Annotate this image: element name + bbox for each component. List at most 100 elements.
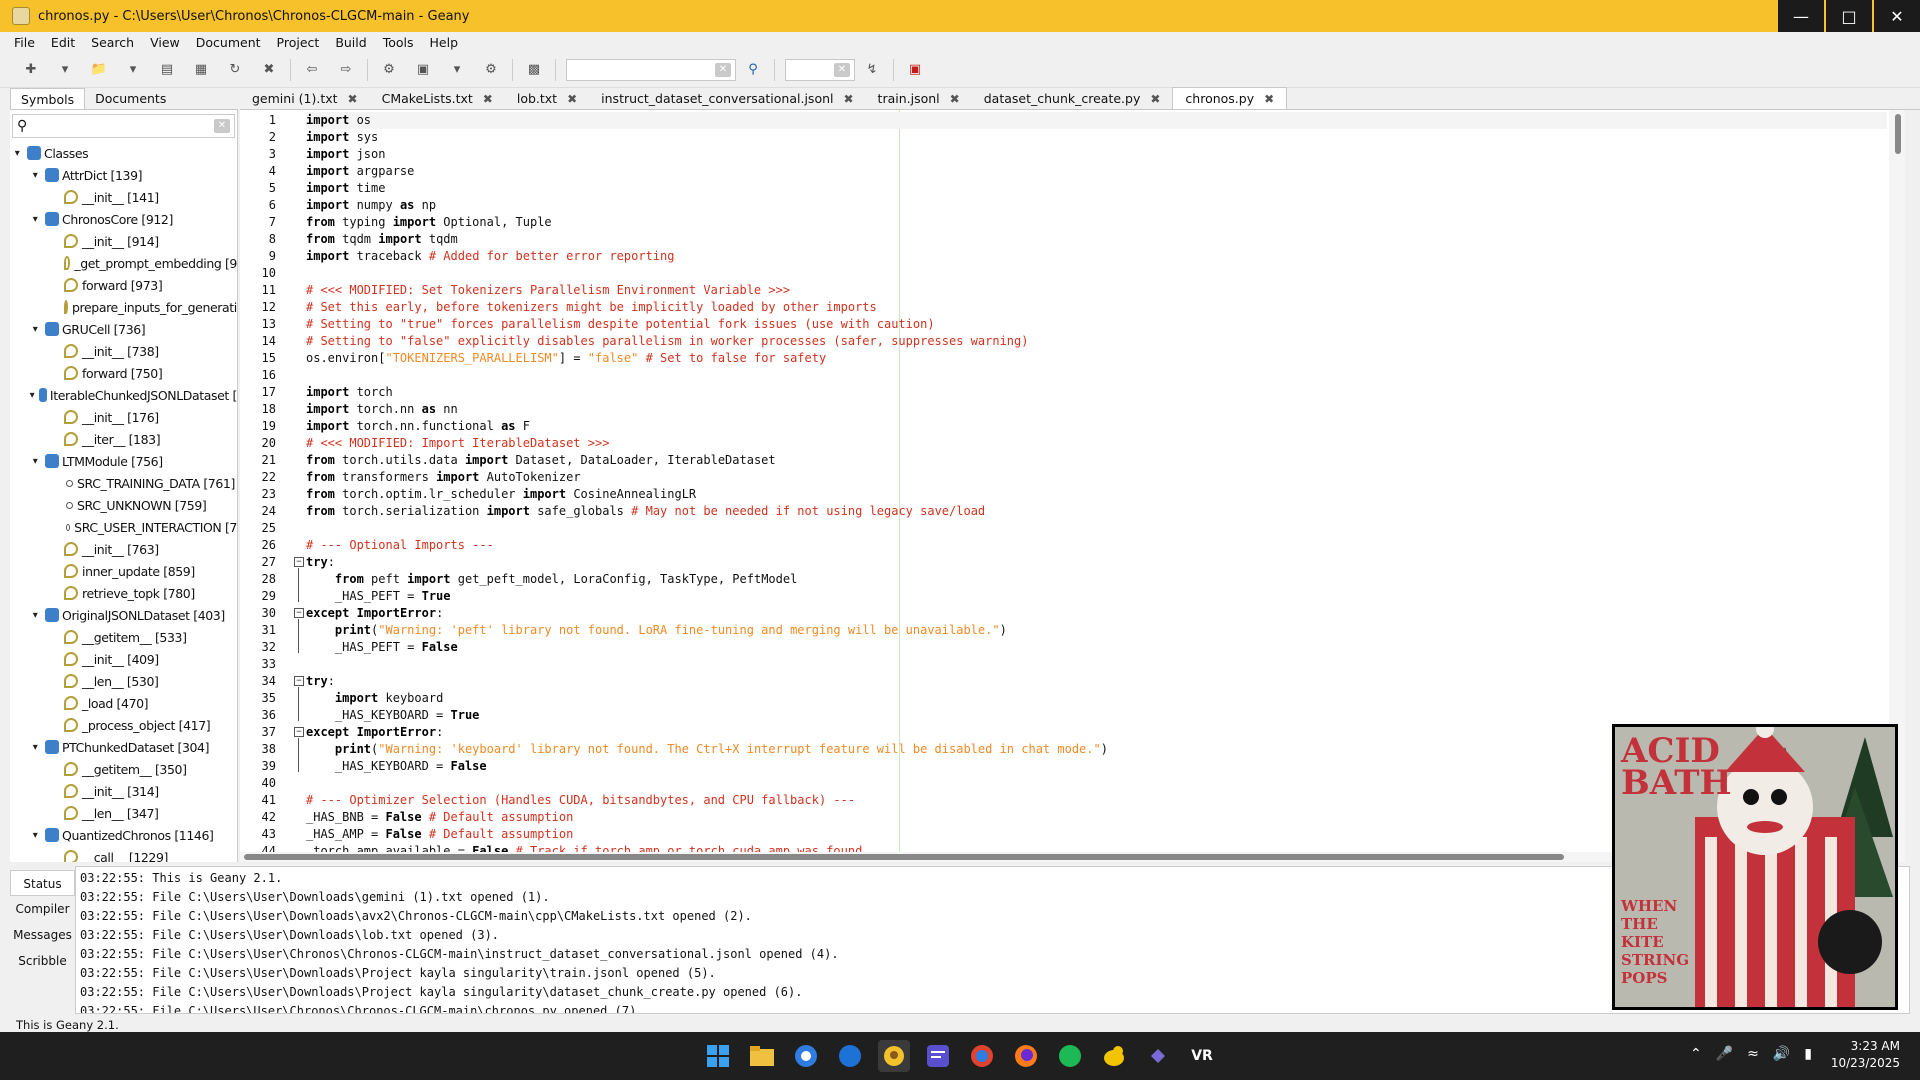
chevron-down-icon[interactable]: ▾: [28, 170, 42, 181]
tab-symbols[interactable]: Symbols: [10, 88, 86, 109]
close-tab-icon[interactable]: ✖: [1264, 92, 1274, 106]
code-line[interactable]: # <<< MODIFIED: Set Tokenizers Paralleli…: [306, 282, 790, 299]
code-line[interactable]: import torch.nn.functional as F: [306, 418, 530, 435]
document-tab[interactable]: chronos.py ✖: [1172, 87, 1288, 109]
symbol-class[interactable]: ▾ GRUCell [736]: [10, 318, 237, 340]
symbol-function[interactable]: __init__ [176]: [10, 406, 237, 428]
microphone-icon[interactable]: 🎤: [1716, 1046, 1733, 1062]
symbol-function[interactable]: __init__ [738]: [10, 340, 237, 362]
reload-icon[interactable]: ↻: [224, 59, 246, 81]
chevron-down-icon[interactable]: ▾: [28, 214, 42, 225]
close-tab-icon[interactable]: ✖: [567, 92, 577, 106]
symbol-function[interactable]: forward [973]: [10, 274, 237, 296]
compile-icon[interactable]: ⚙: [378, 59, 400, 81]
close-tab-icon[interactable]: ✖: [843, 92, 853, 106]
chevron-down-icon[interactable]: ▾: [28, 830, 42, 841]
symbol-class[interactable]: ▾ IterableChunkedJSONLDataset [: [10, 384, 237, 406]
symbol-variable[interactable]: SRC_TRAINING_DATA [761]: [10, 472, 237, 494]
close-file-icon[interactable]: ✖: [258, 59, 280, 81]
code-line[interactable]: _HAS_PEFT = True: [306, 588, 451, 605]
chevron-down-icon[interactable]: ▾: [28, 324, 42, 335]
document-tab[interactable]: train.jsonl ✖: [866, 88, 972, 109]
document-tab[interactable]: instruct_dataset_conversational.jsonl ✖: [589, 88, 865, 109]
chevron-down-icon[interactable]: ▾: [28, 390, 36, 401]
symbol-class[interactable]: ▾ QuantizedChronos [1146]: [10, 824, 237, 846]
symbol-function[interactable]: __len__ [530]: [10, 670, 237, 692]
minimize-button[interactable]: —: [1778, 0, 1824, 32]
search-input[interactable]: ✕: [566, 58, 736, 81]
menu-file[interactable]: File: [6, 35, 43, 50]
code-line[interactable]: # <<< MODIFIED: Import IterableDataset >…: [306, 435, 609, 452]
symbol-function[interactable]: prepare_inputs_for_generatio: [10, 296, 237, 318]
symbol-function[interactable]: __getitem__ [350]: [10, 758, 237, 780]
menu-document[interactable]: Document: [188, 35, 269, 50]
fold-toggle-icon[interactable]: −: [294, 608, 304, 618]
file-explorer-icon[interactable]: [746, 1040, 778, 1072]
code-line[interactable]: from torch.serialization import safe_glo…: [306, 503, 985, 520]
symbol-search-input[interactable]: ⚲ ✕: [12, 114, 235, 138]
chevron-down-icon[interactable]: ▾: [54, 59, 76, 81]
goto-line-icon[interactable]: ↯: [861, 59, 883, 81]
fold-toggle-icon[interactable]: −: [294, 727, 304, 737]
symbol-function[interactable]: __init__ [914]: [10, 230, 237, 252]
code-line[interactable]: import torch.nn as nn: [306, 401, 458, 418]
chevron-down-icon[interactable]: ▾: [28, 742, 42, 753]
goto-line-input[interactable]: ✕: [785, 58, 855, 81]
menu-help[interactable]: Help: [422, 35, 467, 50]
chevron-down-icon[interactable]: ▾: [446, 59, 468, 81]
volume-icon[interactable]: 🔊: [1773, 1046, 1790, 1062]
symbol-function[interactable]: __init__ [409]: [10, 648, 237, 670]
maximize-button[interactable]: □: [1826, 0, 1872, 32]
code-line[interactable]: from torch.utils.data import Dataset, Da…: [306, 452, 776, 469]
quit-icon[interactable]: ▣: [904, 59, 926, 81]
clear-goto-icon[interactable]: ✕: [834, 62, 850, 77]
menu-view[interactable]: View: [142, 35, 188, 50]
chevron-down-icon[interactable]: ▾: [28, 456, 42, 467]
new-file-icon[interactable]: ✚: [20, 59, 42, 81]
symbol-function[interactable]: inner_update [859]: [10, 560, 237, 582]
code-line[interactable]: _HAS_KEYBOARD = True: [306, 707, 480, 724]
vr-app-icon[interactable]: VR: [1186, 1040, 1218, 1072]
code-line[interactable]: import json: [306, 146, 385, 163]
save-all-icon[interactable]: ▦: [190, 59, 212, 81]
firefox-icon[interactable]: [1010, 1040, 1042, 1072]
code-line[interactable]: from torch.optim.lr_scheduler import Cos…: [306, 486, 696, 503]
code-line[interactable]: os.environ["TOKENIZERS_PARALLELISM"] = "…: [306, 350, 826, 367]
code-line[interactable]: print("Warning: 'peft' library not found…: [306, 622, 1007, 639]
symbol-class[interactable]: ▾ ChronosCore [912]: [10, 208, 237, 230]
document-tab[interactable]: dataset_chunk_create.py ✖: [972, 88, 1173, 109]
tab-status[interactable]: Status: [10, 870, 75, 896]
open-folder-icon[interactable]: 📁: [88, 59, 110, 81]
navigate-forward-icon[interactable]: ⇨: [335, 59, 357, 81]
code-line[interactable]: import sys: [306, 129, 378, 146]
symbol-function[interactable]: __getitem__ [533]: [10, 626, 237, 648]
code-line[interactable]: from transformers import AutoTokenizer: [306, 469, 581, 486]
taskbar-clock[interactable]: 3:23 AM 10/23/2025: [1831, 1038, 1900, 1072]
clear-search-icon[interactable]: ✕: [715, 62, 731, 77]
symbol-function[interactable]: _load [470]: [10, 692, 237, 714]
spotify-icon[interactable]: [1054, 1040, 1086, 1072]
symbol-variable[interactable]: SRC_UNKNOWN [759]: [10, 494, 237, 516]
start-button[interactable]: [702, 1040, 734, 1072]
code-line[interactable]: _HAS_AMP = False # Default assumption: [306, 826, 573, 843]
code-line[interactable]: _HAS_PEFT = False: [306, 639, 458, 656]
close-tab-icon[interactable]: ✖: [950, 92, 960, 106]
symbol-function[interactable]: __call__ [1229]: [10, 846, 237, 862]
code-line[interactable]: # Setting to "true" forces parallelism d…: [306, 316, 935, 333]
symbol-function[interactable]: __init__ [141]: [10, 186, 237, 208]
code-line[interactable]: from typing import Optional, Tuple: [306, 214, 552, 231]
wifi-icon[interactable]: ≈: [1747, 1046, 1759, 1062]
code-line[interactable]: from tqdm import tqdm: [306, 231, 458, 248]
execute-icon[interactable]: ⚙: [480, 59, 502, 81]
tab-messages[interactable]: Messages: [10, 922, 75, 948]
tab-compiler[interactable]: Compiler: [10, 896, 75, 922]
build-icon[interactable]: ▣: [412, 59, 434, 81]
code-line[interactable]: # Set this early, before tokenizers migh…: [306, 299, 877, 316]
code-line[interactable]: # --- Optional Imports ---: [306, 537, 494, 554]
code-line[interactable]: import numpy as np: [306, 197, 436, 214]
tab-documents[interactable]: Documents: [85, 88, 176, 109]
code-line[interactable]: # --- Optimizer Selection (Handles CUDA,…: [306, 792, 855, 809]
symbol-class[interactable]: ▾ LTMModule [756]: [10, 450, 237, 472]
chevron-up-icon[interactable]: ⌃: [1690, 1046, 1702, 1062]
symbol-function[interactable]: _get_prompt_embedding [9: [10, 252, 237, 274]
